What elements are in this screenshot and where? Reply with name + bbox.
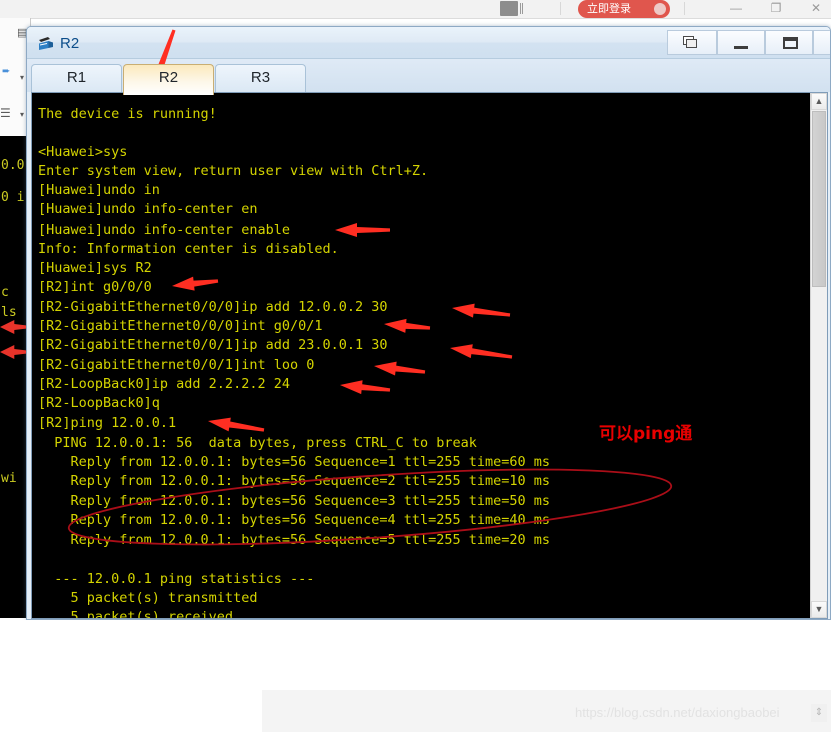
terminal-output[interactable]: The device is running! <Huawei>sys Enter s… — [32, 93, 810, 618]
window-title: R2 — [60, 35, 80, 52]
tab-r1[interactable]: R1 — [31, 64, 122, 92]
scroll-up-icon[interactable]: ▲ — [811, 93, 827, 110]
bg-terminal-line: 0.0 — [1, 158, 25, 173]
terminal-line: 5 packet(s) received — [38, 609, 234, 618]
watermark-badge: ⇕ — [811, 704, 827, 722]
terminal-panel[interactable]: The device is running! <Huawei>sys Enter s… — [31, 92, 828, 619]
maximize-button[interactable] — [765, 30, 813, 55]
topbar-close-button[interactable]: ✕ — [805, 1, 827, 16]
terminal-line: [Huawei]undo in — [38, 182, 160, 198]
tab-r3[interactable]: R3 — [215, 64, 306, 92]
terminal-line: Reply from 12.0.0.1: bytes=56 Sequence=5… — [38, 532, 551, 548]
avatar — [654, 3, 666, 15]
terminal-line: [R2-GigabitEthernet0/0/1]ip add 23.0.0.1… — [38, 337, 388, 353]
top-app-strip: 立即登录 — ❐ ✕ — [0, 0, 831, 19]
terminal-line: Info: Information center is disabled. — [38, 241, 339, 257]
terminal-line: Reply from 12.0.0.1: bytes=56 Sequence=3… — [38, 493, 551, 509]
terminal-line: 5 packet(s) transmitted — [38, 590, 258, 606]
scroll-down-icon[interactable]: ▼ — [811, 601, 827, 618]
scrollbar-thumb[interactable] — [812, 111, 826, 287]
terminal-line: [R2-GigabitEthernet0/0/1]int loo 0 — [38, 357, 315, 373]
login-button[interactable]: 立即登录 — [578, 0, 670, 18]
chevron-down-icon[interactable]: ▾ — [20, 73, 24, 82]
terminal-line: [R2-LoopBack0]ip add 2.2.2.2 24 — [38, 376, 290, 392]
terminal-line: --- 12.0.0.1 ping statistics --- — [38, 571, 315, 587]
arrow-right-icon: ➨ — [2, 66, 11, 77]
restore-icon — [683, 36, 698, 49]
terminal-line: Reply from 12.0.0.1: bytes=56 Sequence=2… — [38, 473, 551, 489]
annotation-label-ping-ok: 可以ping通 — [599, 424, 693, 444]
terminal-line: [R2]ping 12.0.0.1 — [38, 415, 177, 431]
topbar-minimize-button[interactable]: — — [725, 1, 747, 16]
topbar-maximize-button[interactable]: ❐ — [765, 1, 787, 16]
tab-r2[interactable]: R2 — [123, 64, 214, 95]
screenshot-root: 立即登录 — ❐ ✕ ▤ ➨ ▾ ☰ ▾ d. 0.0 0 i c ' ls w… — [0, 0, 831, 732]
watermark-text: https://blog.csdn.net/daxiongbaobei — [575, 705, 780, 720]
tab-strip: R1 R2 R3 — [27, 59, 830, 95]
terminal-line: PING 12.0.0.1: 56 data bytes, press CTRL… — [38, 435, 477, 451]
bg-terminal-line: wi — [1, 471, 17, 486]
terminal-line: [Huawei]undo info-center enable — [38, 222, 290, 238]
terminal-line: [R2-GigabitEthernet0/0/0]ip add 12.0.0.2… — [38, 299, 388, 315]
terminal-line: <Huawei>sys — [38, 144, 128, 160]
divider — [684, 2, 685, 15]
screenshot-tool-icon[interactable] — [500, 1, 523, 16]
terminal-line: [R2]int g0/0/0 — [38, 279, 152, 295]
minimize-icon — [734, 46, 748, 49]
r2-console-window[interactable]: R2 X R1 R2 R3 The device is runn — [26, 26, 831, 620]
maximize-icon — [783, 37, 798, 49]
list-icon: ☰ — [0, 106, 11, 120]
router-icon — [37, 34, 55, 52]
terminal-line: [R2-GigabitEthernet0/0/0]int g0/0/1 — [38, 318, 323, 334]
close-icon: X — [814, 31, 830, 54]
bg-terminal-line: ls — [1, 305, 17, 320]
bg-terminal-line: 0 i — [1, 190, 25, 205]
close-button[interactable]: X — [813, 30, 830, 55]
divider — [560, 2, 561, 15]
window-titlebar[interactable]: R2 X — [27, 27, 830, 59]
terminal-line: [Huawei]undo info-center en — [38, 201, 258, 217]
login-button-label: 立即登录 — [587, 2, 631, 15]
terminal-line: [R2-LoopBack0]q — [38, 395, 160, 411]
terminal-scrollbar[interactable]: ▲ ▼ — [810, 93, 827, 618]
terminal-line: [Huawei]sys R2 — [38, 260, 152, 276]
terminal-line: Reply from 12.0.0.1: bytes=56 Sequence=1… — [38, 454, 551, 470]
terminal-line: The device is running! — [38, 106, 217, 122]
minimize-button[interactable] — [717, 30, 765, 55]
restore-button[interactable] — [667, 30, 717, 55]
terminal-line: Enter system view, return user view with… — [38, 163, 429, 179]
terminal-line: Reply from 12.0.0.1: bytes=56 Sequence=4… — [38, 512, 551, 528]
chevron-down-icon[interactable]: ▾ — [20, 110, 24, 119]
